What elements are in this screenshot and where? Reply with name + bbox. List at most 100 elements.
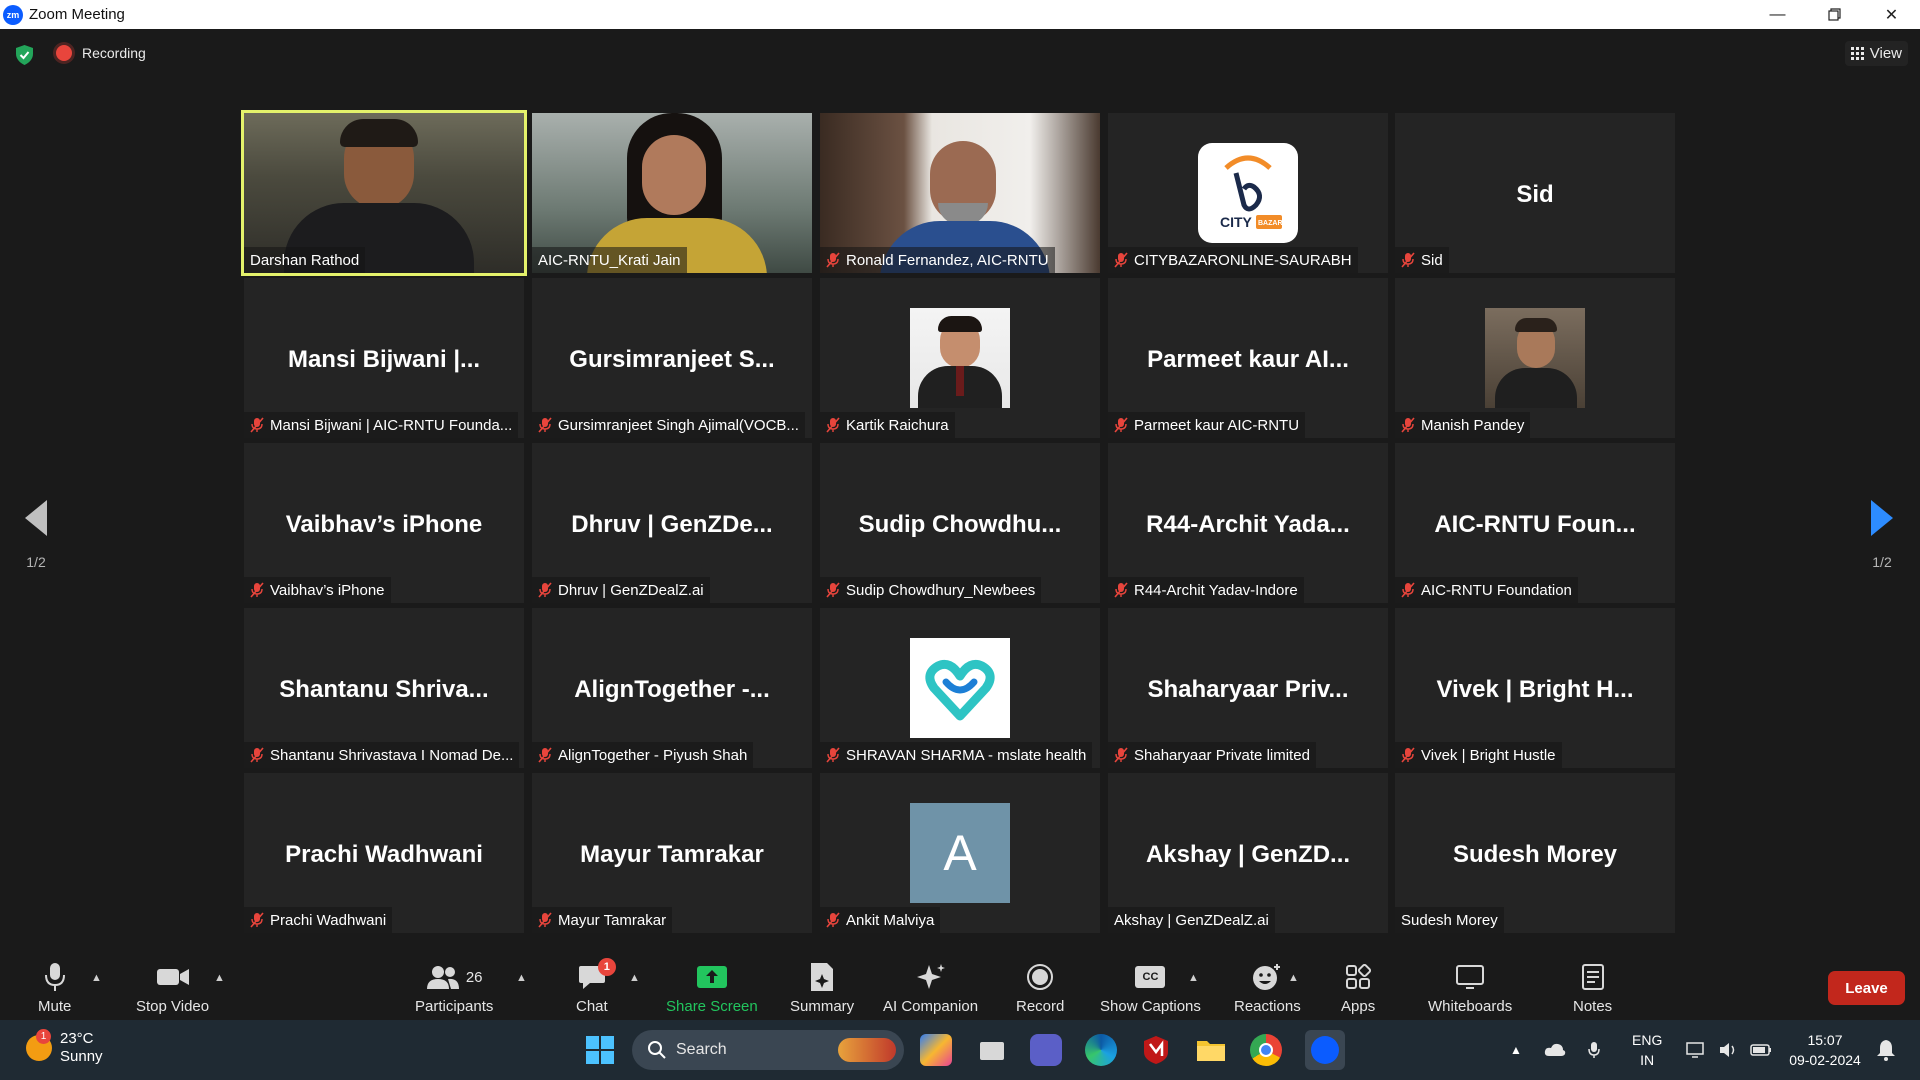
video-tile[interactable]: Dhruv | GenZDe... Dhruv | GenZDealZ.ai: [532, 443, 812, 603]
profile-logo: CITY BAZAR: [1198, 143, 1298, 243]
participant-display-name: AIC-RNTU Foun...: [1434, 511, 1636, 538]
restore-icon[interactable]: [1806, 0, 1863, 29]
audio-options-caret-icon[interactable]: ▲: [91, 972, 102, 984]
participant-name-label: Mayur Tamrakar: [532, 907, 673, 933]
apps-button[interactable]: Apps: [1341, 960, 1375, 1015]
network-icon[interactable]: [1686, 1041, 1706, 1059]
reactions-options-caret-icon[interactable]: ▲: [1288, 972, 1299, 984]
close-icon[interactable]: ✕: [1863, 0, 1920, 29]
record-button[interactable]: Record: [1016, 960, 1064, 1015]
video-tile[interactable]: Shaharyaar Priv... Shaharyaar Private li…: [1108, 608, 1388, 768]
show-captions-button[interactable]: CC Show Captions: [1100, 960, 1201, 1015]
chrome-browser-icon[interactable]: [1250, 1034, 1282, 1066]
page-indicator-left: 1/2: [26, 554, 46, 570]
participant-name-label: AIC-RNTU Foundation: [1395, 577, 1578, 603]
file-explorer-icon[interactable]: [1195, 1034, 1227, 1066]
task-view-icon[interactable]: [976, 1034, 1008, 1066]
video-tile[interactable]: Sid Sid: [1395, 113, 1675, 273]
participant-name: SHRAVAN SHARMA - mslate health: [846, 746, 1087, 764]
video-tile[interactable]: Sudesh Morey Sudesh Morey: [1395, 773, 1675, 933]
leave-button[interactable]: Leave: [1828, 971, 1905, 1005]
heart-logo-icon: [925, 659, 995, 721]
mcafee-icon[interactable]: [1140, 1034, 1172, 1066]
participant-name-label: AIC-RNTU_Krati Jain: [532, 247, 687, 273]
participant-name: Shaharyaar Private limited: [1134, 746, 1310, 764]
participant-name-label: Parmeet kaur AIC-RNTU: [1108, 412, 1306, 438]
participant-name-label: Ankit Malviya: [820, 907, 941, 933]
chat-button[interactable]: 1 Chat: [576, 958, 616, 1015]
notes-icon: [1581, 964, 1604, 990]
participants-button[interactable]: 26 Participants: [415, 960, 493, 1015]
previous-page-button[interactable]: 1/2: [6, 500, 66, 570]
volume-icon[interactable]: [1718, 1041, 1738, 1059]
video-tile[interactable]: Akshay | GenZD... Akshay | GenZDealZ.ai: [1108, 773, 1388, 933]
video-tile[interactable]: Ronald Fernandez, AIC-RNTU: [820, 113, 1100, 273]
video-tile[interactable]: Gursimranjeet S... Gursimranjeet Singh A…: [532, 278, 812, 438]
video-tile[interactable]: Mayur Tamrakar Mayur Tamrakar: [532, 773, 812, 933]
copilot-icon[interactable]: [920, 1034, 952, 1066]
onedrive-cloud-icon[interactable]: [1544, 1043, 1566, 1057]
stop-video-button[interactable]: Stop Video: [136, 960, 209, 1015]
recording-indicator[interactable]: Recording: [56, 45, 146, 61]
video-tile[interactable]: Darshan Rathod: [241, 110, 527, 276]
video-tile[interactable]: AIC-RNTU_Krati Jain: [532, 113, 812, 273]
video-tile[interactable]: Vaibhav’s iPhone Vaibhav’s iPhone: [244, 443, 524, 603]
participant-display-name: Mayur Tamrakar: [580, 841, 764, 868]
arrow-left-icon: [25, 500, 47, 536]
video-tile[interactable]: Vivek | Bright H... Vivek | Bright Hustl…: [1395, 608, 1675, 768]
video-tile[interactable]: Shantanu Shriva... Shantanu Shrivastava …: [244, 608, 524, 768]
input-language[interactable]: ENG IN: [1632, 1030, 1662, 1070]
chat-options-caret-icon[interactable]: ▲: [629, 972, 640, 984]
video-tile[interactable]: Prachi Wadhwani Prachi Wadhwani: [244, 773, 524, 933]
video-tile[interactable]: SHRAVAN SHARMA - mslate health: [820, 608, 1100, 768]
share-screen-button[interactable]: Share Screen: [666, 960, 758, 1015]
next-page-button[interactable]: 1/2: [1852, 500, 1912, 570]
windows-start-icon[interactable]: [584, 1034, 616, 1066]
whiteboards-button[interactable]: Whiteboards: [1428, 960, 1512, 1015]
video-tile[interactable]: AIC-RNTU Foun... AIC-RNTU Foundation: [1395, 443, 1675, 603]
participants-options-caret-icon[interactable]: ▲: [516, 972, 527, 984]
encryption-shield-icon[interactable]: [16, 45, 33, 65]
view-button[interactable]: View: [1844, 41, 1908, 66]
video-tile[interactable]: Mansi Bijwani |... Mansi Bijwani | AIC-R…: [244, 278, 524, 438]
participant-name: Dhruv | GenZDealZ.ai: [558, 581, 704, 599]
participant-display-name: Vivek | Bright H...: [1436, 676, 1634, 703]
video-tile[interactable]: AlignTogether -... AlignTogether - Piyus…: [532, 608, 812, 768]
teams-chat-icon[interactable]: [1030, 1034, 1062, 1066]
whiteboards-label: Whiteboards: [1428, 998, 1513, 1015]
system-clock[interactable]: 15:07 09-02-2024: [1780, 1030, 1870, 1070]
video-tile[interactable]: R44-Archit Yada... R44-Archit Yadav-Indo…: [1108, 443, 1388, 603]
participant-name: Akshay | GenZDealZ.ai: [1114, 911, 1269, 929]
ai-companion-button[interactable]: AI Companion: [883, 960, 978, 1015]
chevron-up-icon[interactable]: ▲: [1510, 1043, 1522, 1057]
participant-display-name: Dhruv | GenZDe...: [571, 511, 773, 538]
video-tile[interactable]: A Ankit Malviya: [820, 773, 1100, 933]
summary-button[interactable]: Summary: [790, 960, 854, 1015]
notification-bell-icon[interactable]: [1876, 1039, 1896, 1061]
profile-photo: [910, 308, 1010, 408]
minimize-icon[interactable]: —: [1749, 0, 1806, 29]
participant-display-name: Sudip Chowdhu...: [858, 511, 1062, 538]
taskbar-search-box[interactable]: Search: [632, 1030, 904, 1070]
microphone-tray-icon[interactable]: [1588, 1041, 1600, 1059]
muted-mic-icon: [250, 582, 264, 598]
participant-name: Mayur Tamrakar: [558, 911, 667, 929]
edge-browser-icon[interactable]: [1085, 1034, 1117, 1066]
video-tile[interactable]: Sudip Chowdhu... Sudip Chowdhury_Newbees: [820, 443, 1100, 603]
zoom-taskbar-icon[interactable]: [1305, 1030, 1345, 1070]
captions-options-caret-icon[interactable]: ▲: [1188, 972, 1199, 984]
video-tile[interactable]: CITY BAZAR CITYBAZARONLINE-SAURABH: [1108, 113, 1388, 273]
video-options-caret-icon[interactable]: ▲: [214, 972, 225, 984]
weather-widget[interactable]: 1 23°C Sunny: [26, 1029, 103, 1066]
reactions-button[interactable]: Reactions: [1234, 960, 1301, 1015]
participant-name: Sid: [1421, 251, 1443, 269]
sun-icon: 1: [26, 1029, 52, 1061]
battery-icon[interactable]: [1750, 1043, 1772, 1057]
video-tile[interactable]: Kartik Raichura: [820, 278, 1100, 438]
video-tile[interactable]: Manish Pandey: [1395, 278, 1675, 438]
citybazar-logo-icon: CITY BAZAR: [1220, 155, 1283, 230]
mute-button[interactable]: Mute: [38, 960, 71, 1015]
notes-button[interactable]: Notes: [1573, 960, 1612, 1015]
video-tile[interactable]: Parmeet kaur AI... Parmeet kaur AIC-RNTU: [1108, 278, 1388, 438]
letter-avatar: A: [910, 803, 1010, 903]
